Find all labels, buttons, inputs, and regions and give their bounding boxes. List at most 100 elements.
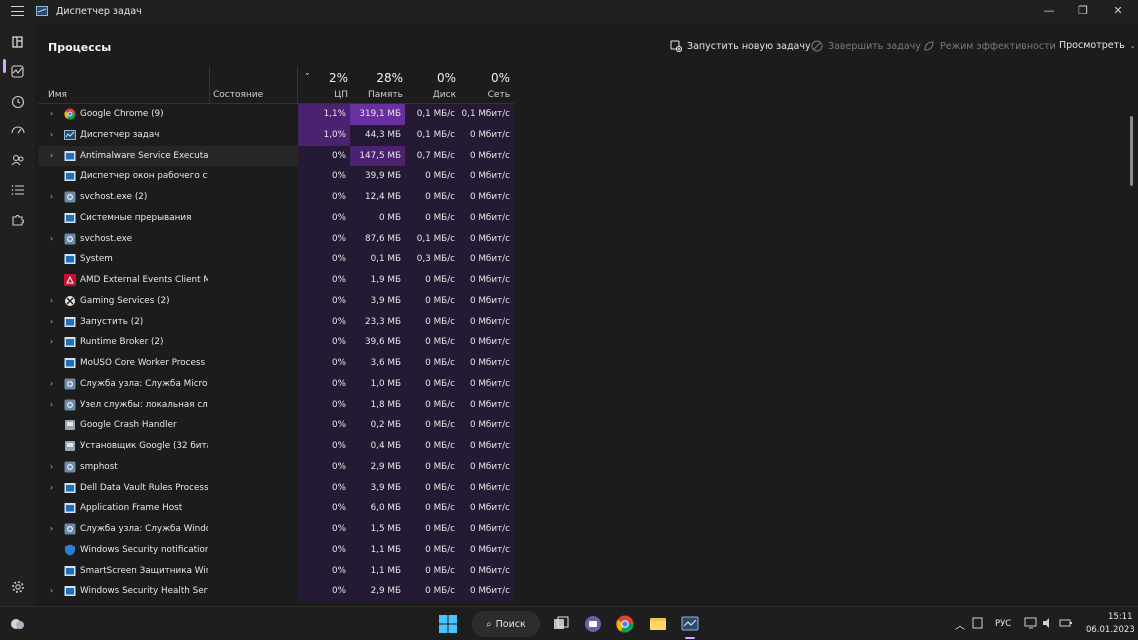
column-divider[interactable] [209,66,210,104]
expand-chevron-icon[interactable]: › [50,483,57,492]
vertical-scrollbar[interactable] [1130,116,1133,186]
column-header-name[interactable]: Имя [48,90,67,100]
table-row[interactable]: › Windows Security Health Servi... 0%2,9 М… [38,581,514,602]
efficiency-mode-label: Режим эффективности [940,40,1056,52]
table-row[interactable]: › Gaming Services (2) 0% 3,9 МБ 0 МБ/с 0 Мбит… [38,290,514,312]
expand-chevron-icon[interactable]: › [50,524,57,533]
menu-icon[interactable] [11,6,24,18]
table-row[interactable]: › Runtime Broker (2) 0% 39,6 МБ 0 МБ/с 0 Мбит… [38,332,514,353]
clock-date[interactable]: 06.01.2023 [1086,625,1135,635]
clock-time[interactable]: 15:11 [1108,612,1133,622]
process-name: AMD External Events Client M... [80,275,208,285]
minimize-button[interactable]: — [1032,2,1066,20]
cpu-cell: 0% [298,166,350,187]
tray-app-icon[interactable] [971,616,985,630]
maximize-button[interactable]: ❐ [1066,2,1100,20]
expand-chevron-icon[interactable]: › [50,337,57,346]
table-row[interactable]: › svchost.exe 0% 87,6 МБ 0,1 МБ/с 0 Мбит/с [38,228,514,250]
volume-icon[interactable] [1041,616,1055,630]
title-bar: Диспетчер задач — ❐ ✕ [0,0,1138,24]
column-header-memory[interactable]: 28% Память [352,71,403,100]
nav-processes[interactable] [8,33,28,53]
service-icon [64,212,76,224]
network-icon[interactable] [1024,616,1038,630]
network-cell: 0 Мбит/с [459,415,514,436]
cpu-cell: 0% [298,560,350,582]
table-row[interactable]: ›Служба узла: Служба Microso...0%1,0 МБ0… [38,373,514,395]
tray-overflow-chevron-icon[interactable]: ︿ [955,617,965,632]
nav-performance[interactable] [8,62,28,82]
column-header-network[interactable]: 0% Сеть [461,71,510,100]
table-row[interactable]: Системные прерывания 0% 0 МБ 0 МБ/с 0 Мбит/с [38,207,514,229]
battery-icon[interactable] [1059,616,1073,630]
expand-chevron-icon[interactable]: › [50,379,57,388]
chrome-taskbar-icon[interactable] [615,614,635,634]
network-cell: 0,1 Мбит/с [459,104,514,125]
expand-chevron-icon[interactable]: › [50,462,57,471]
weather-widget-icon[interactable] [7,614,27,634]
teams-chat-icon[interactable] [583,614,603,634]
file-explorer-icon[interactable] [648,614,668,634]
cpu-cell: 0% [298,456,350,478]
expand-chevron-icon[interactable]: › [50,130,57,139]
column-divider[interactable] [297,66,298,104]
expand-chevron-icon[interactable]: › [50,400,57,409]
end-task-button[interactable]: Завершить задачу [811,40,921,52]
table-row[interactable]: › Antimalware Service Executable 0% 147,5 М… [38,145,514,167]
table-row[interactable]: › Узел службы: локальная слу... 0% 1,8 МБ 0 … [38,394,514,416]
search-icon: ⌕ [486,618,492,630]
cpu-cell: 0% [298,332,350,353]
column-header-status[interactable]: Состояние [213,90,263,100]
table-row[interactable]: › smphost 0% 2,9 МБ 0 МБ/с 0 Мбит/с [38,456,514,478]
expand-chevron-icon[interactable]: › [50,586,57,595]
process-name: Windows Security Health Servi... [80,586,208,597]
process-name: Диспетчер задач [80,129,160,140]
start-windows-icon[interactable] [438,614,458,634]
nav-app-history[interactable] [8,92,28,112]
memory-cell: 2,9 МБ [350,581,405,602]
expand-chevron-icon[interactable]: › [50,151,57,160]
column-header-cpu[interactable]: 2% ЦП [300,71,348,100]
navigation-rail [0,24,35,606]
table-row[interactable]: › Служба узла: Служба Windo... 0% 1,5 МБ 0 М… [38,519,514,540]
view-label: Просмотреть [1059,40,1125,51]
nav-services[interactable] [8,210,28,230]
nav-startup[interactable] [8,121,28,141]
input-language[interactable]: РУС [995,619,1011,629]
cpu-cell: 0% [298,394,350,416]
expand-chevron-icon[interactable]: › [50,296,57,305]
table-row[interactable]: Application Frame Host 0% 6,0 МБ 0 МБ/с 0 Мб… [38,498,514,519]
efficiency-mode-button[interactable]: Режим эффективности [923,40,1056,52]
table-row[interactable]: Google Crash Handler 0% 0,2 МБ 0 МБ/с 0 Мбит… [38,415,514,436]
task-view-icon[interactable] [551,614,571,634]
close-button[interactable]: ✕ [1101,2,1135,20]
table-row[interactable]: SmartScreen Защитника Wind...0%1,1 МБ0 М… [38,560,514,582]
table-row[interactable]: Установщик Google (32 бита) 0% 0,4 МБ 0 МБ/… [38,436,514,457]
table-row[interactable]: › Google Chrome (9) 1,1% 319,1 МБ 0,1 МБ/с 0,… [38,104,514,125]
run-new-task-button[interactable]: Запустить новую задачу [670,40,811,53]
table-row[interactable]: › Диспетчер задач 1,0% 44,3 МБ 0,1 МБ/с 0 Мби… [38,124,514,146]
view-dropdown[interactable]: Просмотреть ⌄ [1059,40,1136,51]
expand-chevron-icon[interactable]: › [50,192,57,201]
column-header-disk[interactable]: 0% Диск [407,71,456,100]
table-row[interactable]: › Запустить (2) 0% 23,3 МБ 0 МБ/с 0 Мбит/с [38,311,514,333]
table-row[interactable]: › Dell Data Vault Rules Processor 0% 3,9 МБ… [38,477,514,499]
network-cell: 0 Мбит/с [459,124,514,146]
nav-settings[interactable] [8,577,28,597]
expand-chevron-icon[interactable]: › [50,109,57,118]
table-row[interactable]: Windows Security notification ... 0% 1,1 М… [38,539,514,561]
table-row[interactable]: Диспетчер окон рабочего ст... 0% 39,9 МБ 0 … [38,166,514,187]
nav-users[interactable] [8,150,28,170]
table-row[interactable]: AMD External Events Client M... 0% 1,9 МБ 0… [38,270,514,291]
disk-cell: 0 МБ/с [405,270,459,291]
taskbar-search-button[interactable]: ⌕ Поиск [472,611,540,637]
expand-chevron-icon[interactable]: › [50,234,57,243]
table-row[interactable]: MoUSO Core Worker Process 0% 3,6 МБ 0 МБ/с 0… [38,353,514,374]
network-cell: 0 Мбит/с [459,187,514,208]
table-row[interactable]: System 0% 0,1 МБ 0,3 МБ/с 0 Мбит/с [38,249,514,270]
table-row[interactable]: › svchost.exe (2) 0% 12,4 МБ 0 МБ/с 0 Мбит/с [38,187,514,208]
expand-chevron-icon[interactable]: › [50,317,57,326]
task-manager-taskbar-icon[interactable] [680,614,700,639]
nav-details[interactable] [8,180,28,200]
chevron-down-icon: ⌄ [1129,41,1136,50]
